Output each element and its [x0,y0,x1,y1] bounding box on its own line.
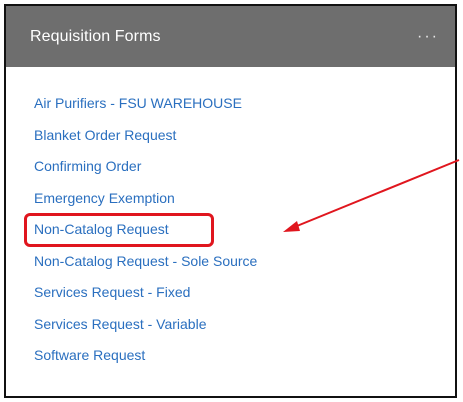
annotation-arrow [283,159,460,232]
arrow-shaft [291,159,460,229]
arrow-head-icon [283,221,300,232]
